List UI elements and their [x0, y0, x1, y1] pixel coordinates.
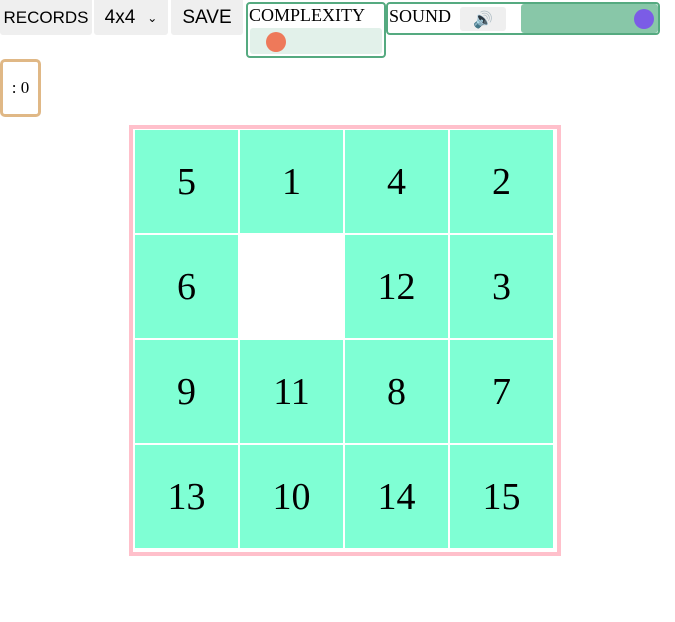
- moves-counter: : 0: [0, 59, 41, 117]
- puzzle-tile[interactable]: 7: [450, 340, 553, 443]
- mute-button[interactable]: 🔊: [460, 7, 506, 31]
- puzzle-tile[interactable]: 8: [345, 340, 448, 443]
- sound-control: SOUND 🔊: [386, 2, 660, 35]
- puzzle-tile[interactable]: 14: [345, 445, 448, 548]
- volume-slider[interactable]: [521, 4, 658, 33]
- complexity-control: COMPLEXITY: [246, 2, 386, 58]
- sound-label: SOUND: [389, 6, 452, 26]
- chevron-down-icon: ⌄: [147, 10, 158, 25]
- puzzle-tile[interactable]: 12: [345, 235, 448, 338]
- volume-slider-thumb[interactable]: [634, 9, 654, 29]
- puzzle-board: 5 1 4 2 6 12 3 9 11 8 7 13 10 14 15: [129, 125, 561, 556]
- records-label: RECORDS: [3, 7, 89, 27]
- puzzle-tile[interactable]: 4: [345, 130, 448, 233]
- puzzle-tile[interactable]: 10: [240, 445, 343, 548]
- moves-text: : 0: [11, 78, 30, 97]
- puzzle-tile[interactable]: 3: [450, 235, 553, 338]
- save-label: SAVE: [182, 6, 232, 28]
- puzzle-tile[interactable]: 13: [135, 445, 238, 548]
- puzzle-tile[interactable]: 5: [135, 130, 238, 233]
- puzzle-tile[interactable]: 9: [135, 340, 238, 443]
- complexity-slider-thumb[interactable]: [266, 32, 286, 52]
- save-button[interactable]: SAVE: [171, 0, 243, 35]
- size-select-value: 4x4: [104, 6, 136, 28]
- puzzle-tile[interactable]: 15: [450, 445, 553, 548]
- complexity-label: COMPLEXITY: [249, 5, 365, 25]
- records-button[interactable]: RECORDS: [0, 0, 92, 35]
- puzzle-tile[interactable]: 6: [135, 235, 238, 338]
- empty-cell[interactable]: [240, 235, 343, 338]
- puzzle-tile[interactable]: 1: [240, 130, 343, 233]
- puzzle-tile[interactable]: 2: [450, 130, 553, 233]
- complexity-slider[interactable]: [250, 28, 382, 54]
- puzzle-tile[interactable]: 11: [240, 340, 343, 443]
- speaker-icon: 🔊: [473, 9, 493, 29]
- size-select[interactable]: 4x4 ⌄: [94, 0, 168, 35]
